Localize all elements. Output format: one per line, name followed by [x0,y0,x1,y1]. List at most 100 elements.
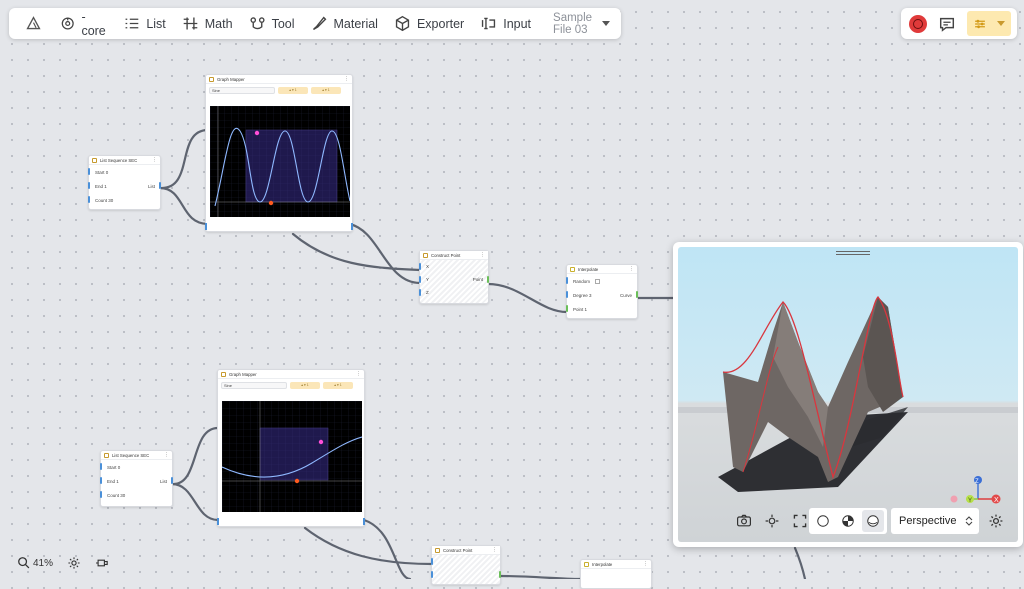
port-out-label: Curve [619,292,632,298]
zoom-fit-icon[interactable] [764,513,780,529]
graph-canvas[interactable] [222,401,362,512]
magnifier-icon [18,557,30,569]
menu-math[interactable]: Math [174,8,241,39]
node-type-icon [209,76,214,82]
graph-btn-b[interactable]: ▴ ▾ 1 [311,86,341,94]
graph-type-select[interactable]: Sine [221,381,287,389]
graph-btn-a[interactable]: ▴ ▾ 1 [278,86,308,94]
graph-btn-a[interactable]: ▴ ▾ 1 [290,381,320,389]
menu-exporter[interactable]: Exporter [386,8,472,39]
node-type-icon [570,266,575,272]
more-icon[interactable]: ⋮ [164,452,169,458]
zoom-control[interactable]: 41% [17,556,53,570]
port-end[interactable]: End 1 List [100,474,173,488]
shading-checker-button[interactable] [837,510,859,532]
app-logo[interactable] [17,8,52,39]
node-construct-point-2[interactable]: Construct Point ⋮ [431,545,501,585]
random-checkbox[interactable] [595,278,601,284]
port-label: Point 1 [573,306,588,312]
port-degree[interactable]: Degree 3 Curve [566,288,638,302]
menu-math-label: Math [204,16,233,31]
record-button[interactable] [909,14,927,33]
menu-input[interactable]: Input [472,8,539,39]
fullscreen-icon[interactable] [792,513,808,529]
projection-select[interactable]: Perspective [891,508,979,534]
menu-material[interactable]: Material [303,8,386,39]
port-x[interactable] [431,555,500,568]
port-start[interactable]: Start 0 [88,165,160,179]
node-header: List Sequence SEC ⋮ [89,156,160,165]
more-icon[interactable]: ⋮ [629,266,634,272]
port-out-label: List [159,478,167,484]
node-type-icon [92,157,97,163]
port-label: Count 30 [107,492,126,498]
node-title: Graph Mapper [229,371,257,377]
port-label: Random [573,278,591,284]
graph-type-select[interactable]: Sine [209,86,275,94]
comment-button[interactable] [937,14,957,34]
node-header: Construct Point ⋮ [420,251,488,260]
3d-scene[interactable]: Z X Y Perspective [678,247,1018,542]
graph-footer [205,222,353,231]
port-count[interactable]: Count 30 [88,193,160,207]
node-header: Interpolate ⋮ [567,265,637,274]
port-out-label: List [147,183,155,189]
port-count[interactable]: Count 30 [100,488,172,502]
viewport-settings[interactable] [988,508,1004,534]
properties-toggle[interactable] [967,11,1011,36]
more-icon[interactable]: ⋮ [492,547,497,553]
node-interpolate-2[interactable]: Interpolate ⋮ [580,559,652,589]
list-icon [125,18,139,29]
node-graph-mapper-2[interactable]: Graph Mapper ⋮ Sine ▴ ▾ 1 ▴ ▾ 1 [217,369,365,527]
port-end[interactable]: End 1 List [88,179,161,193]
port-label: Start 0 [107,464,121,470]
menu-core-label: -core [81,9,106,38]
main-toolbar: -core List Math Tool Material Exporter I… [9,8,621,39]
camera-icon[interactable] [736,513,752,529]
more-icon[interactable]: ⋮ [152,157,157,163]
math-icon [183,17,198,30]
shading-wire-button[interactable] [812,510,834,532]
node-title: Graph Mapper [217,76,245,82]
port-y[interactable] [431,568,501,581]
canvas-status-bar: 41% [17,556,111,570]
port-point[interactable]: Point 1 [566,302,637,316]
node-type-icon [435,547,440,553]
node-type-icon [584,561,589,567]
node-list-sequence-1[interactable]: List Sequence SEC ⋮ Start 0 End 1 List Co… [88,155,161,210]
port-random[interactable]: Random [566,274,637,288]
menu-tool[interactable]: Tool [241,8,303,39]
port-z[interactable]: Z [419,286,488,299]
settings-icon[interactable] [67,556,81,570]
node-title: List Sequence SEC [100,157,138,163]
surface-render: Z X Y [678,296,1018,504]
node-header: Graph Mapper ⋮ [206,75,352,84]
plugin-icon[interactable] [95,556,111,570]
gear-icon [989,514,1003,528]
node-construct-point-1[interactable]: Construct Point ⋮ X Y Point Z [419,250,489,304]
node-header: List Sequence SEC ⋮ [101,451,172,460]
3d-viewport-panel[interactable]: Z X Y Perspective [673,242,1023,547]
port-y[interactable]: Y Point [419,273,489,286]
comment-icon [939,17,955,32]
port-x[interactable]: X [419,260,488,273]
more-icon[interactable]: ⋮ [643,561,648,567]
more-icon[interactable]: ⋮ [344,76,349,82]
node-list-sequence-2[interactable]: List Sequence SEC ⋮ Start 0 End 1 List Co… [100,450,173,507]
logo-icon [26,16,41,30]
menu-core[interactable]: -core [52,8,115,39]
menu-list[interactable]: List [115,8,173,39]
node-interpolate-1[interactable]: Interpolate ⋮ Random Degree 3 Curve Point… [566,264,638,319]
graph-footer [217,517,365,526]
port-label: End 1 [107,478,119,484]
graph-btn-b[interactable]: ▴ ▾ 1 [323,381,353,389]
port-start[interactable]: Start 0 [100,460,172,474]
node-graph-mapper-1[interactable]: Graph Mapper ⋮ Sine ▴ ▾ 1 ▴ ▾ 1 [205,74,353,232]
graph-canvas[interactable] [210,106,350,217]
tool-icon [250,17,265,30]
port-label: End 1 [95,183,107,189]
more-icon[interactable]: ⋮ [480,252,485,258]
file-selector[interactable]: Sample File 03 [547,12,616,36]
shading-solid-button[interactable] [862,510,884,532]
more-icon[interactable]: ⋮ [356,371,361,377]
